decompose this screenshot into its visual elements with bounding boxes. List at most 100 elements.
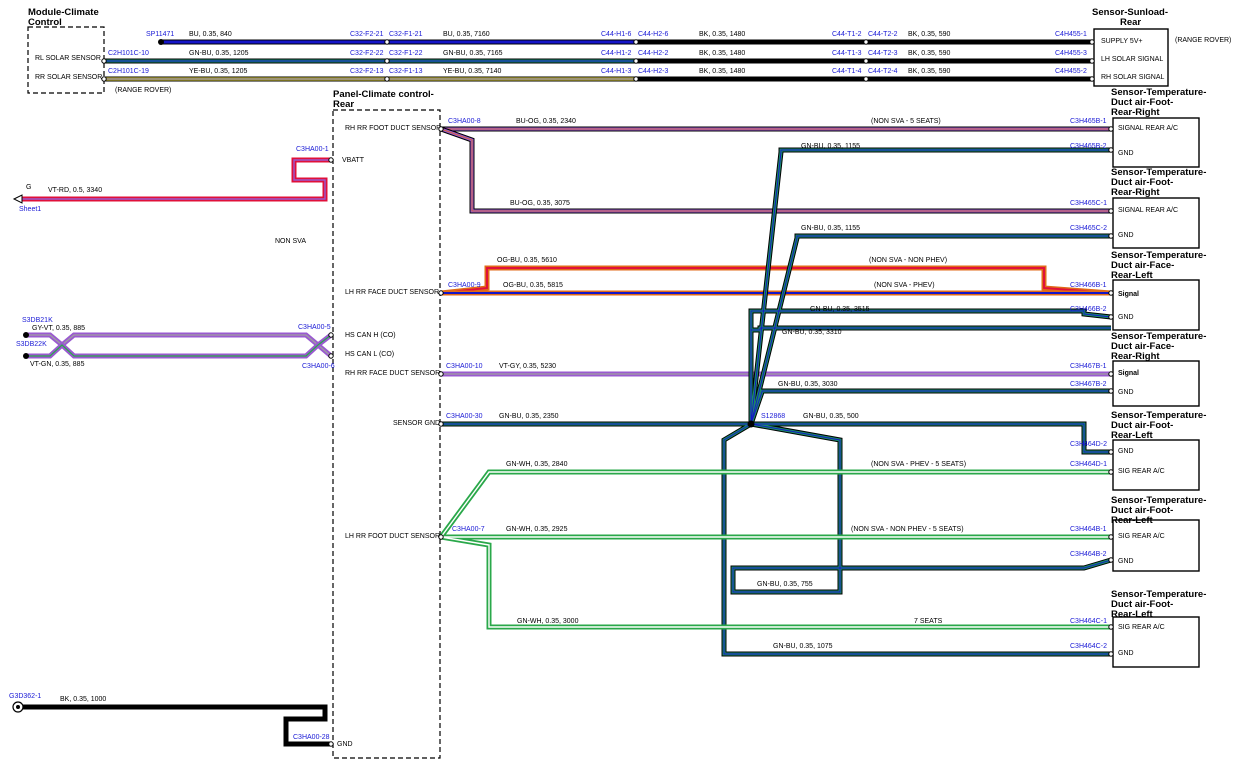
svg-text:C4H455-3: C4H455-3	[1055, 50, 1087, 57]
svg-text:G3D362-1: G3D362-1	[9, 693, 41, 700]
pin-supply-5v: SUPPLY 5V+	[1101, 38, 1143, 45]
svg-text:C44-H1-2: C44-H1-2	[601, 50, 631, 57]
svg-text:S3DB21K: S3DB21K	[22, 317, 53, 324]
svg-text:VT-RD, 0.5, 3340: VT-RD, 0.5, 3340	[48, 187, 102, 194]
svg-text:GND: GND	[1118, 232, 1134, 239]
svg-text:C3H467B-1: C3H467B-1	[1070, 363, 1107, 370]
svg-text:C44-H1-3: C44-H1-3	[601, 68, 631, 75]
wire-gnd-harness[interactable]	[441, 147, 1112, 657]
wire-og-bu-5610[interactable]	[440, 265, 1112, 296]
svg-text:Rear-Left: Rear-Left	[1111, 430, 1154, 441]
svg-text:YE-BU, 0.35, 7140: YE-BU, 0.35, 7140	[443, 68, 501, 75]
svg-text:C32-F2-13: C32-F2-13	[350, 68, 384, 75]
svg-text:C32-F2-22: C32-F2-22	[350, 50, 384, 57]
panel-title-2: Rear	[333, 99, 354, 110]
svg-text:C32-F1-13: C32-F1-13	[389, 68, 423, 75]
svg-text:BK, 0.35, 1480: BK, 0.35, 1480	[699, 68, 745, 75]
sensor-temp-foot-rear-left-464b[interactable]: Sensor-Temperature- Duct air-Foot- Rear-…	[1111, 495, 1206, 572]
wiring-diagram: Module-Climate Control RL SOLAR SENSOR R…	[9, 7, 1231, 759]
svg-text:VT-GN, 0.35, 885: VT-GN, 0.35, 885	[30, 361, 85, 368]
svg-text:C3H464C-1: C3H464C-1	[1070, 618, 1107, 625]
svg-text:Rear-Left: Rear-Left	[1111, 270, 1154, 281]
pin-hs-can-l: HS CAN L (CO)	[345, 351, 394, 358]
svg-text:(NON SVA - PHEV): (NON SVA - PHEV)	[874, 282, 935, 289]
svg-text:NON SVA: NON SVA	[275, 238, 306, 245]
svg-text:GN-BU, 0.35, 3030: GN-BU, 0.35, 3030	[778, 381, 838, 388]
wire-bk-ground[interactable]	[12, 701, 331, 747]
svg-text:GN-BU, 0.35, 1155: GN-BU, 0.35, 1155	[801, 143, 860, 150]
svg-text:Signal: Signal	[1118, 291, 1139, 298]
svg-text:GN-BU, 0.35, 3515: GN-BU, 0.35, 3515	[810, 306, 870, 313]
sheet-arrow-icon[interactable]	[12, 194, 23, 204]
svg-text:C32-F2-21: C32-F2-21	[350, 31, 384, 38]
wire-gn-wh-foot[interactable]	[438, 469, 1111, 630]
sunload-title-2: Rear	[1120, 17, 1141, 28]
svg-text:BK, 0.35, 1480: BK, 0.35, 1480	[699, 31, 745, 38]
svg-text:C3HA00-10: C3HA00-10	[446, 363, 483, 370]
pin-lh-rr-foot-duct-sensor: LH RR FOOT DUCT SENSOR	[345, 533, 440, 540]
svg-text:GN-BU, 0.35, 1075: GN-BU, 0.35, 1075	[773, 643, 833, 650]
svg-text:C32-F1-22: C32-F1-22	[389, 50, 423, 57]
svg-text:C3H464D-1: C3H464D-1	[1070, 461, 1107, 468]
svg-text:C2H101C-19: C2H101C-19	[108, 68, 149, 75]
pin-rh-solar-signal: RH SOLAR SIGNAL	[1101, 74, 1165, 81]
svg-text:Rear-Left: Rear-Left	[1111, 515, 1154, 526]
svg-text:C3H465B-2: C3H465B-2	[1070, 143, 1107, 150]
svg-text:C44-T2-2: C44-T2-2	[868, 31, 898, 38]
svg-text:C3HA00-30: C3HA00-30	[446, 413, 483, 420]
wire-hs-can[interactable]	[23, 332, 333, 359]
svg-text:S3DB22K: S3DB22K	[16, 341, 47, 348]
pin-gnd: GND	[337, 741, 353, 748]
svg-text:S12868: S12868	[761, 413, 785, 420]
svg-text:C3H465C-2: C3H465C-2	[1070, 225, 1107, 232]
svg-text:Rear-Right: Rear-Right	[1111, 107, 1160, 118]
sensor-temp-face-rear-right-467b[interactable]: Sensor-Temperature- Duct air-Face- Rear-…	[1111, 331, 1206, 407]
svg-text:C44-T1-3: C44-T1-3	[832, 50, 862, 57]
pin-sensor-gnd: SENSOR GND	[393, 420, 440, 427]
svg-text:GND: GND	[1118, 558, 1134, 565]
svg-text:C3HA00-6: C3HA00-6	[302, 363, 335, 370]
pin-rh-rr-foot-duct-sensor: RH RR FOOT DUCT SENSOR	[345, 125, 441, 132]
svg-text:Signal: Signal	[1118, 370, 1139, 377]
sensor-temp-foot-rear-left-464c[interactable]: Sensor-Temperature- Duct air-Foot- Rear-…	[1111, 589, 1206, 668]
svg-text:GN-WH, 0.35, 3000: GN-WH, 0.35, 3000	[517, 618, 579, 625]
pin-rl-solar-sensor: RL SOLAR SENSOR	[35, 55, 101, 62]
svg-text:Rear-Right: Rear-Right	[1111, 187, 1160, 198]
sensor-temp-foot-rear-left-464d[interactable]: Sensor-Temperature- Duct air-Foot- Rear-…	[1111, 410, 1206, 491]
module-climate-control[interactable]: Module-Climate Control RL SOLAR SENSOR R…	[27, 7, 105, 94]
svg-text:BK, 0.35, 590: BK, 0.35, 590	[908, 50, 951, 57]
svg-text:BK, 0.35, 1000: BK, 0.35, 1000	[60, 696, 106, 703]
svg-text:C3HA00-1: C3HA00-1	[296, 146, 329, 153]
svg-text:SIG REAR A/C: SIG REAR A/C	[1118, 624, 1165, 631]
svg-text:C44-T1-2: C44-T1-2	[832, 31, 862, 38]
svg-text:GN-WH, 0.35, 2925: GN-WH, 0.35, 2925	[506, 526, 568, 533]
svg-text:SP11471: SP11471	[146, 31, 174, 38]
svg-text:GN-BU, 0.35, 2350: GN-BU, 0.35, 2350	[499, 413, 559, 420]
sensor-sunload-rear[interactable]: Sensor-Sunload- Rear SUPPLY 5V+ LH SOLAR…	[1092, 7, 1231, 87]
svg-text:Sheet1: Sheet1	[19, 206, 41, 213]
connector-labels: SP11471 C2H101C-10 C2H101C-19 C32-F2-21 …	[9, 31, 1107, 741]
svg-text:GND: GND	[1118, 150, 1134, 157]
sensor-temp-foot-rear-right-465c[interactable]: Sensor-Temperature- Duct air-Foot- Rear-…	[1111, 167, 1206, 249]
svg-text:C3HA00-5: C3HA00-5	[298, 324, 331, 331]
svg-text:GND: GND	[1118, 389, 1134, 396]
svg-text:C44-H2-6: C44-H2-6	[638, 31, 668, 38]
sensor-temp-face-rear-left-466b[interactable]: Sensor-Temperature- Duct air-Face- Rear-…	[1111, 250, 1206, 331]
svg-text:YE-BU, 0.35, 1205: YE-BU, 0.35, 1205	[189, 68, 247, 75]
svg-text:(NON SVA - 5 SEATS): (NON SVA - 5 SEATS)	[871, 118, 941, 125]
pin-lh-solar-signal: LH SOLAR SIGNAL	[1101, 56, 1163, 63]
svg-text:OG-BU, 0.35, 5815: OG-BU, 0.35, 5815	[503, 282, 563, 289]
svg-text:GN-BU, 0.35, 500: GN-BU, 0.35, 500	[803, 413, 859, 420]
wire-supply-5v[interactable]	[158, 39, 1092, 45]
svg-text:BU-OG, 0.35, 3075: BU-OG, 0.35, 3075	[510, 200, 570, 207]
svg-text:C44-H1-6: C44-H1-6	[601, 31, 631, 38]
module-climate-title-2: Control	[28, 17, 62, 28]
svg-text:Rear-Right: Rear-Right	[1111, 351, 1160, 362]
svg-text:BK, 0.35, 1480: BK, 0.35, 1480	[699, 50, 745, 57]
svg-text:C3H464D-2: C3H464D-2	[1070, 441, 1107, 448]
svg-text:Rear-Left: Rear-Left	[1111, 609, 1154, 620]
svg-text:OG-BU, 0.35, 5610: OG-BU, 0.35, 5610	[497, 257, 557, 264]
panel-climate-control-rear[interactable]: Panel-Climate control- Rear RH RR FOOT D…	[332, 89, 441, 759]
svg-text:C3HA00-9: C3HA00-9	[448, 282, 481, 289]
sensor-temp-foot-rear-right-465b[interactable]: Sensor-Temperature- Duct air-Foot- Rear-…	[1111, 87, 1206, 168]
